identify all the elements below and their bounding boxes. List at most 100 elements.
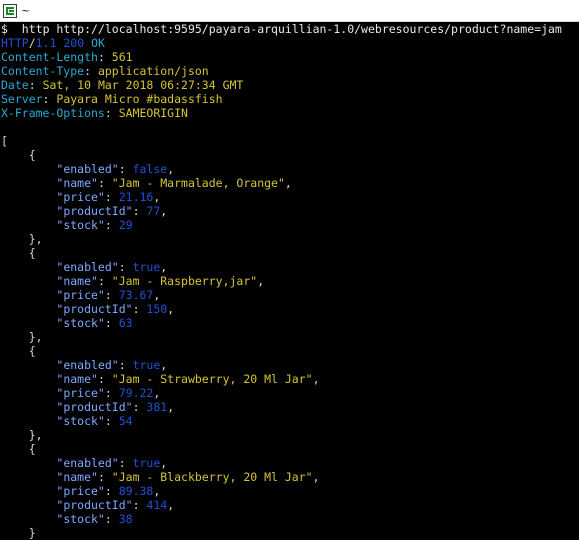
colon: : (104, 218, 119, 232)
json-key: "name" (56, 470, 98, 484)
header-value: SAMEORIGIN (118, 106, 188, 120)
json-field-name: "name": "Jam - Strawberry, 20 Ml Jar", (1, 372, 579, 386)
json-key: "name" (56, 176, 98, 190)
comma: , (153, 288, 161, 302)
header-name: X-Frame-Options (1, 106, 105, 120)
json-key: "productId" (56, 302, 133, 316)
colon: : (97, 372, 112, 386)
json-key: "price" (56, 484, 105, 498)
json-value: 414 (146, 498, 168, 512)
json-value: true (132, 456, 161, 470)
terminal-app-icon (3, 4, 17, 18)
json-field-enabled: "enabled": true, (1, 260, 579, 274)
json-field-stock: "stock": 29 (1, 218, 579, 232)
header-name: Date (1, 78, 29, 92)
json-object-open: { (1, 148, 36, 162)
json-value: false (132, 162, 168, 176)
json-field-stock: "stock": 54 (1, 414, 579, 428)
comma: , (160, 260, 168, 274)
json-key: "stock" (56, 512, 105, 526)
colon: : (132, 400, 147, 414)
comma: , (312, 372, 320, 386)
status-code: 200 (63, 36, 85, 50)
json-value: true (132, 260, 161, 274)
colon: : (104, 512, 119, 526)
json-key: "productId" (56, 400, 133, 414)
window-title: ~ (22, 3, 30, 18)
json-value: 63 (118, 316, 133, 330)
colon: : (118, 358, 133, 372)
json-value: "Jam - Strawberry, 20 Ml Jar" (111, 372, 313, 386)
header-line: X-Frame-Options: SAMEORIGIN (1, 106, 188, 120)
header-line: Date: Sat, 10 Mar 2018 06:27:34 GMT (1, 78, 244, 92)
json-field-productid: "productId": 77, (1, 204, 579, 218)
terminal-output[interactable]: $ http http://localhost:9595/payara-arqu… (0, 22, 579, 540)
command-text: http http://localhost:9595/payara-arquil… (21, 22, 562, 36)
json-value: 21.16 (118, 190, 154, 204)
comma: , (167, 302, 175, 316)
colon: : (118, 162, 133, 176)
header-name: Content-Type (1, 64, 85, 78)
json-field-price: "price": 89.38, (1, 484, 579, 498)
comma: , (153, 484, 161, 498)
comma: , (284, 176, 292, 190)
json-key: "productId" (56, 204, 133, 218)
window-titlebar: ~ (0, 0, 579, 22)
colon: : (118, 260, 133, 274)
json-key: "productId" (56, 498, 133, 512)
json-field-price: "price": 79.22, (1, 386, 579, 400)
comma: , (153, 190, 161, 204)
comma: , (257, 274, 265, 288)
json-value: 38 (118, 512, 133, 526)
json-field-productid: "productId": 150, (1, 302, 579, 316)
header-line: Content-Length: 561 (1, 50, 133, 64)
colon: : (104, 484, 119, 498)
json-value: 77 (146, 204, 161, 218)
json-object-close: }, (1, 232, 43, 246)
colon: : (104, 414, 119, 428)
colon: : (132, 302, 147, 316)
comma: , (312, 470, 320, 484)
json-value: 29 (118, 218, 133, 232)
comma: , (167, 400, 175, 414)
json-object-open: { (1, 344, 36, 358)
json-object-open: { (1, 442, 36, 456)
json-value: "Jam - Raspberry,jar" (111, 274, 258, 288)
colon: : (118, 456, 133, 470)
header-line: Content-Type: application/json (1, 64, 209, 78)
json-field-price: "price": 73.67, (1, 288, 579, 302)
status-version: 1.1 (35, 36, 57, 50)
colon: : (104, 288, 119, 302)
json-field-productid: "productId": 381, (1, 400, 579, 414)
comma: , (160, 456, 168, 470)
json-key: "enabled" (56, 358, 119, 372)
json-value: 73.67 (118, 288, 154, 302)
comma: , (160, 204, 168, 218)
status-slash: / (28, 36, 36, 50)
json-value: 89.38 (118, 484, 154, 498)
header-name: Server (1, 92, 43, 106)
json-value: true (132, 358, 161, 372)
json-key: "enabled" (56, 456, 119, 470)
json-key: "price" (56, 386, 105, 400)
status-protocol: HTTP (1, 36, 29, 50)
json-object-close: }, (1, 428, 43, 442)
json-field-name: "name": "Jam - Blackberry, 20 Ml Jar", (1, 470, 579, 484)
comma: , (167, 162, 175, 176)
prompt-symbol: $ (1, 22, 8, 36)
status-line: HTTP/1.1 200 OK (1, 36, 579, 50)
json-product-list: { "enabled": false, "name": "Jam - Marma… (1, 148, 579, 540)
header-value: Sat, 10 Mar 2018 06:27:34 GMT (42, 78, 244, 92)
header-value: Payara Micro #badassfish (56, 92, 223, 106)
